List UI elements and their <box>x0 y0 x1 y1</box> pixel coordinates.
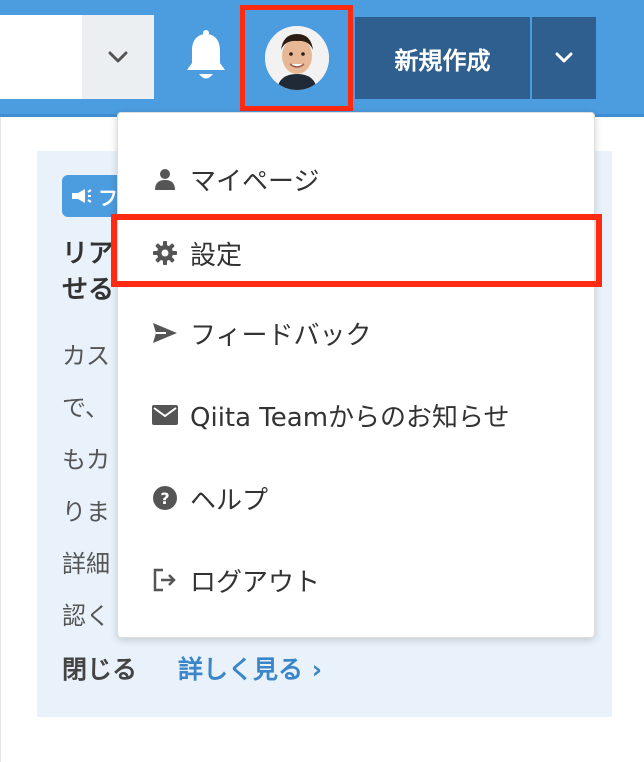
menu-item-label: Qiita Teamからのお知らせ <box>190 402 510 433</box>
notice-title: リア せる <box>62 239 115 305</box>
avatar <box>264 26 329 90</box>
user-avatar-button[interactable] <box>240 5 353 111</box>
notice-body: カス で、 もカ りま 詳細 認く <box>62 342 110 630</box>
menu-item-help[interactable]: ? ヘルプ <box>118 468 594 528</box>
megaphone-icon <box>72 189 92 203</box>
chevron-down-icon <box>108 51 128 63</box>
menu-item-label: ヘルプ <box>190 485 269 516</box>
search-scope-dropdown[interactable] <box>82 15 154 99</box>
notice-close-link[interactable]: 閉じる <box>62 650 137 686</box>
notice-more-link[interactable]: 詳しく見る › <box>178 650 322 686</box>
chevron-down-icon <box>555 52 573 63</box>
bell-icon[interactable] <box>183 30 229 86</box>
menu-item-logout[interactable]: ログアウト <box>118 550 594 610</box>
help-icon: ? <box>150 483 180 513</box>
new-post-button[interactable]: 新規作成 <box>355 17 530 99</box>
content-border <box>0 117 1 762</box>
user-dropdown-menu: マイページ 設定 フィードバック Qiita Teamからのお知らせ ? ヘルプ… <box>117 112 595 638</box>
top-header: 新規作成 <box>0 0 644 117</box>
menu-item-mypage[interactable]: マイページ <box>118 149 594 209</box>
svg-text:?: ? <box>160 489 169 508</box>
menu-item-team-news[interactable]: Qiita Teamからのお知らせ <box>118 385 594 445</box>
mail-icon <box>150 400 180 430</box>
new-post-dropdown-button[interactable] <box>532 17 596 99</box>
notice-badge-label: フ <box>98 185 118 210</box>
menu-item-label: マイページ <box>190 166 320 197</box>
menu-item-label: フィードバック <box>190 320 372 351</box>
logout-icon <box>150 565 180 595</box>
menu-item-settings[interactable]: 設定 <box>118 223 594 283</box>
gear-icon <box>150 238 180 268</box>
menu-item-label: ログアウト <box>190 567 321 598</box>
menu-item-feedback[interactable]: フィードバック <box>118 303 594 363</box>
send-icon <box>150 318 180 348</box>
person-icon <box>150 164 180 194</box>
menu-item-label: 設定 <box>190 240 243 271</box>
search-input[interactable] <box>0 15 82 99</box>
